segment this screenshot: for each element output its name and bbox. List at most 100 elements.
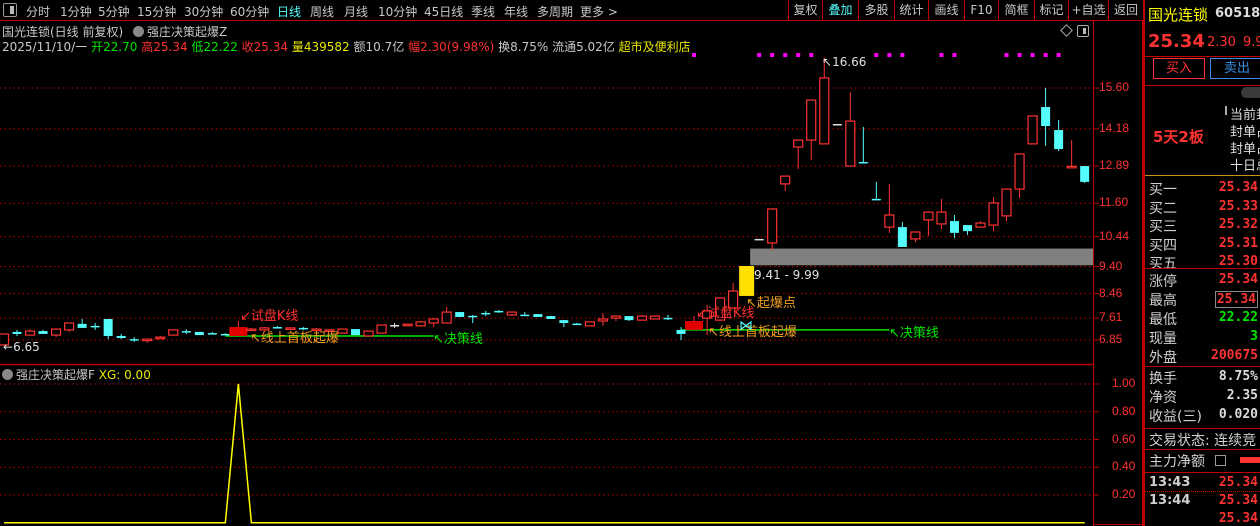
y-tick-label: 6.85 — [1099, 332, 1123, 346]
trial-k-candle — [685, 320, 704, 330]
quote-panel: 国光连锁 605188 25.34 2.30 9.9 买入 卖出 5天2板 当前… — [1143, 0, 1260, 526]
sub-indicator-name[interactable]: 强庄决策起爆F — [16, 368, 95, 382]
bid-label: 买一 — [1149, 182, 1177, 198]
candle-up — [584, 321, 596, 327]
candle-down — [520, 314, 530, 317]
candle-up — [845, 120, 856, 167]
price-change: 2.30 — [1207, 35, 1236, 50]
candle-down — [481, 312, 491, 315]
stat-label: 收益(三) — [1149, 409, 1202, 425]
stat-value: 3 — [1250, 329, 1258, 344]
first-board-text: 线上首板起爆 — [718, 325, 797, 340]
candle-up — [441, 311, 452, 324]
candle-down — [390, 325, 400, 327]
candle-up — [142, 338, 153, 342]
candle-up — [936, 211, 947, 225]
candle-down — [194, 331, 204, 336]
sub-indicator-dropdown-icon[interactable] — [2, 369, 13, 380]
bid-price: 25.32 — [1218, 217, 1258, 232]
signal-marker — [770, 53, 775, 57]
high-annotation: ↖16.66 — [822, 55, 867, 69]
candle-down — [220, 333, 230, 336]
sub-y-tick-label: 1.00 — [1112, 376, 1136, 390]
stock-code: 605188 — [1215, 6, 1260, 21]
boom-point-text: 起爆点 — [756, 296, 796, 311]
stat-value: 25.34 — [1214, 291, 1258, 308]
low-annotation-value: 6.65 — [13, 340, 40, 354]
stat-value: 25.34 — [1218, 272, 1258, 287]
candle-up — [1066, 165, 1077, 169]
butterfly-icon: ⋈ — [739, 318, 753, 334]
candle-down — [38, 331, 48, 334]
tick-time: 13:43 — [1149, 475, 1191, 490]
sub-y-tick-label: 0.20 — [1112, 487, 1136, 501]
candle-up — [780, 175, 791, 185]
trade-status: 交易状态: 连续竞 — [1149, 433, 1257, 449]
net-bar — [1240, 457, 1260, 463]
y-tick-label: 12.89 — [1099, 158, 1130, 173]
signal-marker — [809, 53, 814, 57]
y-tick-label: 15.60 — [1099, 80, 1130, 94]
candle-down — [559, 320, 569, 324]
limit-tab[interactable] — [1241, 87, 1260, 98]
signal-marker — [757, 53, 762, 57]
candle-up — [1027, 115, 1038, 145]
candle-down — [351, 329, 361, 336]
decision-line-label: ↖决策线 — [889, 326, 939, 341]
candle-up — [428, 318, 439, 324]
candle-down — [77, 323, 87, 328]
candle-down — [181, 331, 191, 333]
candle-up — [610, 315, 622, 319]
stat-label: 换手 — [1149, 371, 1177, 387]
trial-k-label: ↙试盘K线 — [240, 309, 299, 324]
y-tick-label: 14.18 — [1099, 120, 1130, 135]
candle-down — [1041, 107, 1051, 127]
candle-up — [24, 330, 36, 336]
sell-button[interactable]: 卖出 — [1210, 58, 1260, 79]
y-tick-label: 10.44 — [1099, 228, 1130, 243]
kline-chart[interactable] — [0, 0, 1143, 526]
bid-price: 25.31 — [1218, 235, 1258, 251]
first-board-text: 线上首板起爆 — [260, 331, 339, 346]
signal-marker — [952, 53, 957, 57]
signal-marker — [1017, 53, 1022, 57]
signal-marker — [796, 53, 801, 57]
candle-up — [50, 328, 62, 336]
tick-price: 25.34 — [1218, 475, 1258, 490]
xg-line — [4, 383, 1085, 524]
signal-marker — [874, 53, 879, 57]
candle-down — [103, 318, 113, 336]
list-icon[interactable] — [1215, 455, 1226, 466]
candle-down — [455, 312, 465, 317]
candle-down — [858, 162, 868, 164]
candle-down — [624, 316, 634, 321]
stat-label: 外盘 — [1149, 350, 1177, 366]
xg-value: XG: 0.00 — [98, 368, 151, 382]
zone-label: 9.41 - 9.99 — [754, 268, 820, 282]
bid-label: 买五 — [1149, 256, 1177, 272]
limit-info-item: 十日总 — [1230, 159, 1260, 174]
low-annotation: ←6.65 — [3, 340, 40, 354]
bid-price: 25.30 — [1218, 254, 1258, 269]
signal-marker — [1004, 53, 1009, 57]
sub-y-tick-label: 0.80 — [1112, 403, 1136, 418]
signal-marker — [1056, 53, 1061, 57]
candle-up — [975, 222, 986, 228]
candle-up — [168, 329, 179, 336]
decision-line-text: 决策线 — [443, 332, 483, 347]
candle-down — [116, 335, 126, 338]
y-tick-label: 8.46 — [1099, 285, 1123, 300]
trial-k-candle — [229, 327, 248, 336]
stat-label: 现量 — [1149, 331, 1177, 347]
candle-down — [1080, 166, 1090, 182]
candle-up — [884, 214, 895, 228]
candle-down — [949, 221, 959, 233]
candle-up — [376, 324, 387, 334]
candle-up — [402, 323, 413, 327]
candle-down — [533, 314, 543, 317]
sub-indicator-row: 强庄决策起爆F XG: 0.00 — [2, 366, 151, 383]
buy-button[interactable]: 买入 — [1153, 58, 1205, 79]
candle-down — [12, 331, 22, 334]
candle-down — [832, 124, 842, 126]
stat-value: 22.22 — [1218, 310, 1258, 325]
